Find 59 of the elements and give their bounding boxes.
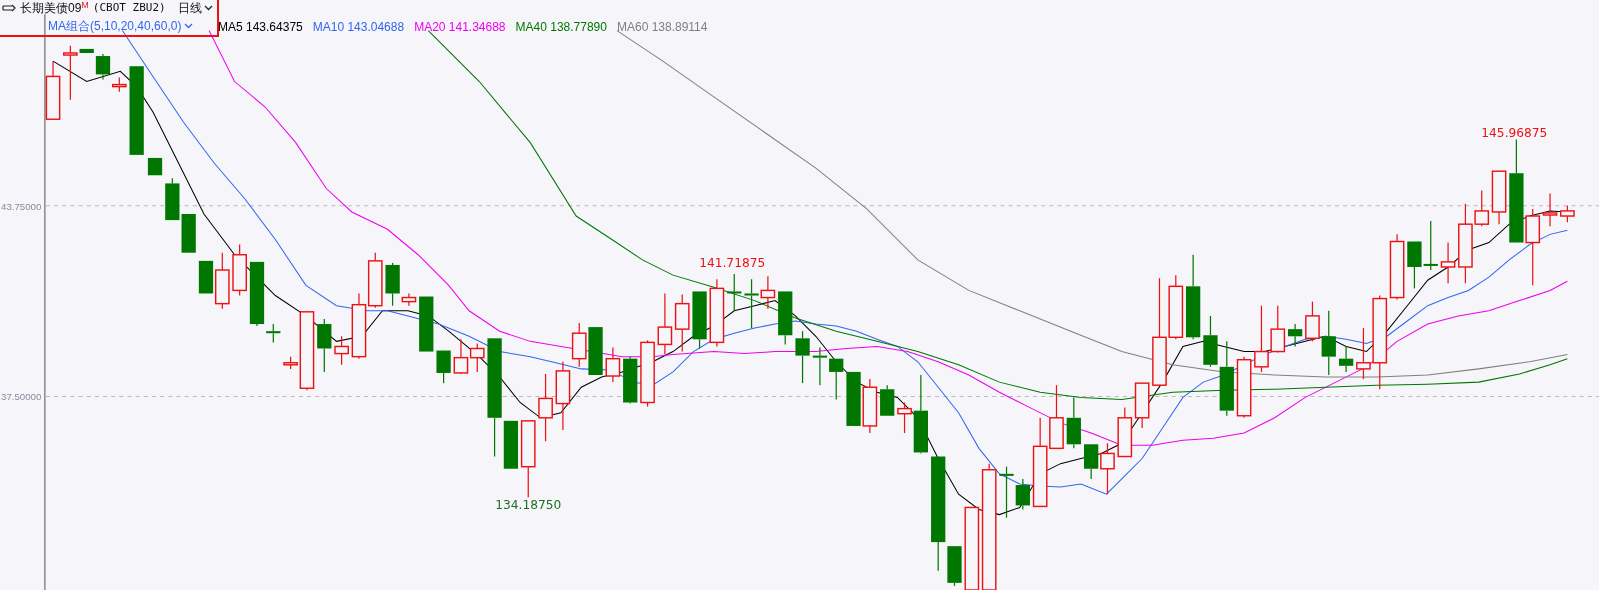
candlestick xyxy=(1389,233,1405,301)
candlestick xyxy=(1423,220,1438,271)
candlestick xyxy=(147,157,163,176)
candlestick xyxy=(812,346,828,386)
candlestick xyxy=(674,293,690,353)
candlestick xyxy=(351,292,367,360)
candlestick xyxy=(317,318,332,373)
candlestick xyxy=(1066,396,1081,449)
candlestick xyxy=(778,290,793,346)
contract-code: (CBOT ZBU2) xyxy=(92,0,166,16)
candlestick xyxy=(846,371,861,427)
candlestick xyxy=(692,290,707,350)
chevron-down-icon xyxy=(184,22,194,29)
ma-value-label: MA5 143.64375 xyxy=(218,18,303,36)
axis-label: 43.75000 xyxy=(1,200,42,212)
candlestick xyxy=(640,339,655,408)
candlestick xyxy=(1134,382,1150,429)
price-annotation: 134.18750 xyxy=(495,498,562,513)
candlestick xyxy=(657,292,673,356)
candlestick xyxy=(165,177,180,221)
chevron-down-icon xyxy=(203,5,213,11)
candlestick xyxy=(1236,356,1252,419)
ma-selector-dropdown[interactable]: MA组合(5,10,20,40,60,0) xyxy=(48,16,194,35)
period-dropdown[interactable]: 日线 xyxy=(177,0,213,17)
candlestick xyxy=(588,326,603,376)
candlestick xyxy=(1560,205,1575,223)
candlestick xyxy=(829,358,844,401)
candlestick xyxy=(232,243,247,297)
price-annotation: 141.71875 xyxy=(699,256,766,270)
ma-value-label: MA10 143.04688 xyxy=(312,18,405,36)
candlestick xyxy=(436,349,451,384)
candlestick xyxy=(181,213,196,254)
candlestick xyxy=(623,356,638,405)
candlestick xyxy=(367,252,383,309)
candlestick xyxy=(1440,241,1456,284)
ma-value-label: MA60 138.89114 xyxy=(616,18,708,36)
contract-title: 长期美债09$^{M}$ xyxy=(20,0,89,17)
link-icon xyxy=(2,4,16,12)
candlestick xyxy=(862,378,878,434)
candlestick xyxy=(727,273,742,312)
candlestick xyxy=(453,338,469,375)
candlestick xyxy=(538,373,553,442)
candlestick xyxy=(334,335,349,366)
candlestick xyxy=(469,342,485,373)
candlestick xyxy=(1407,240,1422,289)
candlestick xyxy=(880,384,895,417)
axis-label: 37.50000 xyxy=(1,391,42,403)
candlestick xyxy=(1049,384,1064,450)
candlestick xyxy=(1338,345,1354,373)
candlestick xyxy=(419,295,434,353)
candlestick xyxy=(45,60,61,120)
ma-value-label: MA40 138.77890 xyxy=(515,18,607,36)
candlestick xyxy=(795,330,810,384)
candlestick xyxy=(709,278,725,348)
ma-value-label: MA20 141.34688 xyxy=(414,18,506,36)
price-annotation: 145.96875 xyxy=(1481,125,1548,140)
candlestick xyxy=(605,346,621,383)
candlestick xyxy=(1254,305,1269,373)
candlestick xyxy=(1117,407,1133,458)
